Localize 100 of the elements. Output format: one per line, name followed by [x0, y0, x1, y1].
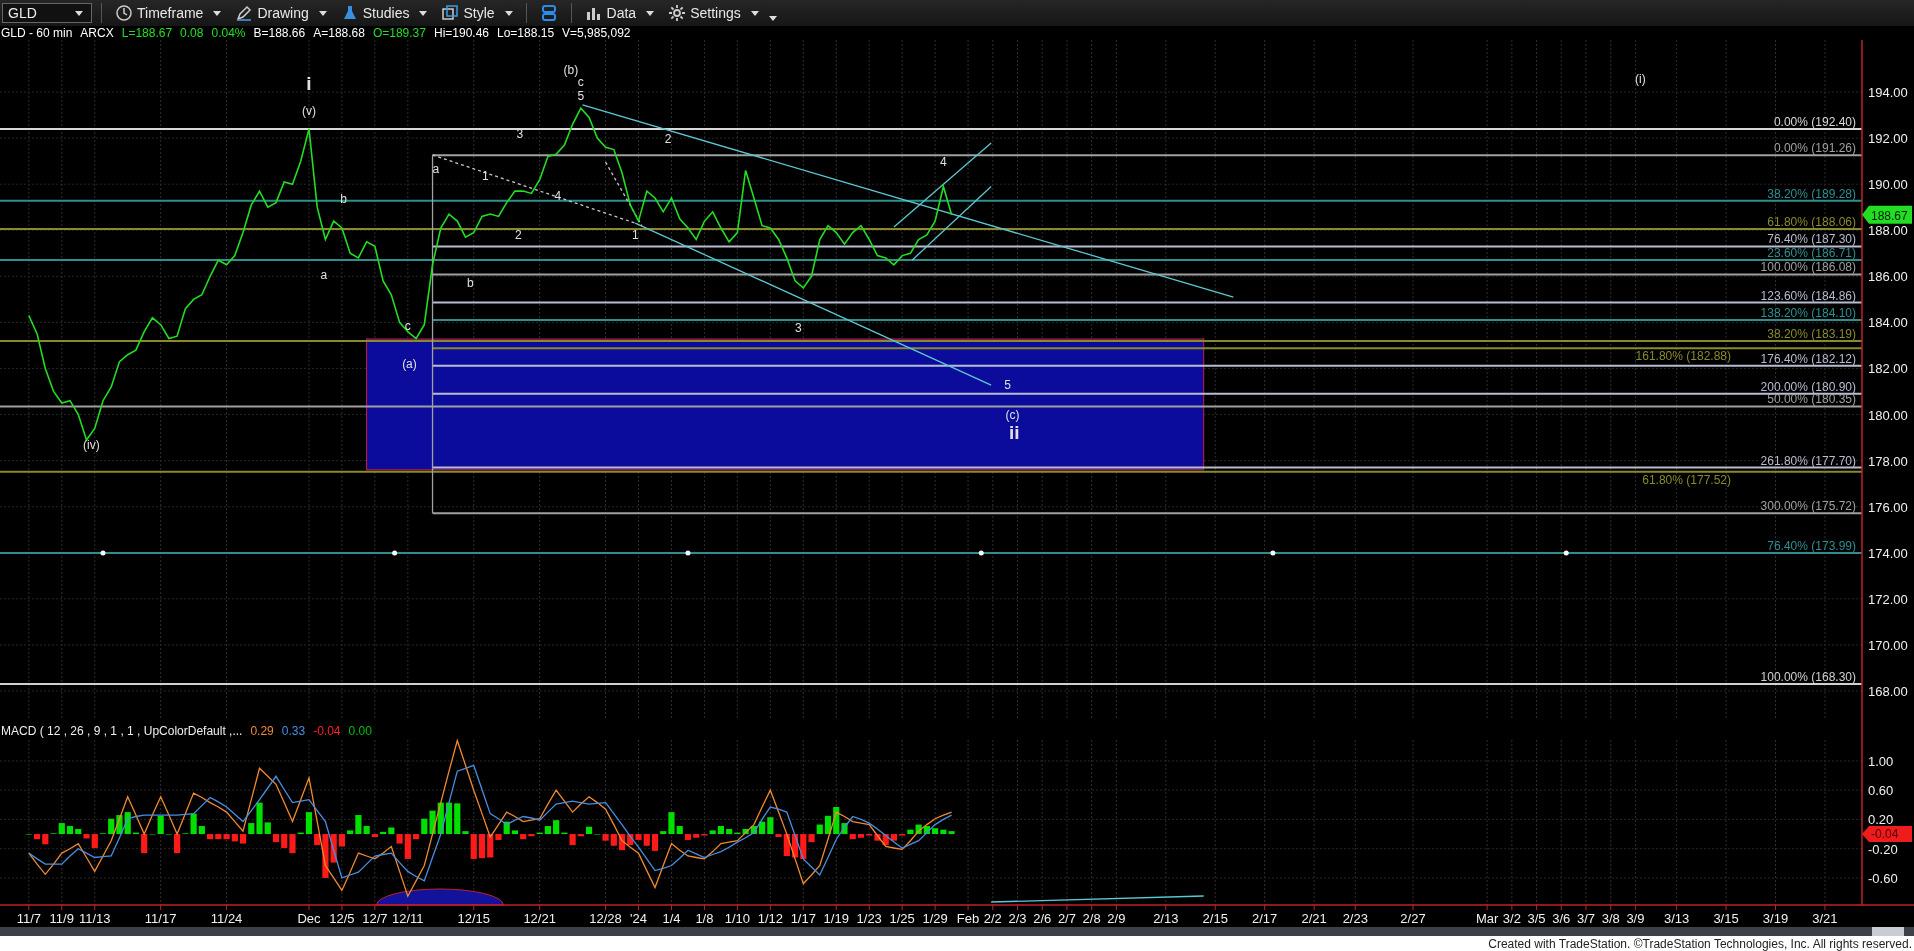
date-label: 12/7 — [362, 911, 388, 926]
date-label: 3/13 — [1663, 911, 1690, 926]
fib-level-label: 61.80% (188.06) — [1767, 214, 1856, 229]
wave-label: (iv) — [83, 438, 100, 453]
fib-level-label: 261.80% (177.70) — [1760, 453, 1856, 468]
caret-icon — [213, 10, 222, 16]
quote-value: L=188.67 — [121, 26, 173, 40]
anchor-point[interactable] — [685, 550, 691, 556]
indicator-value: 0.00 — [348, 724, 372, 738]
quote-value: ARCX — [80, 26, 114, 40]
wave-label: 2 — [664, 131, 672, 146]
toolbar-menu-button[interactable]: Data — [580, 2, 659, 24]
axis-label: 0.20 — [1868, 812, 1894, 828]
wave-label: 1 — [631, 228, 639, 243]
anchor-point[interactable] — [392, 550, 398, 556]
wave-label: a — [320, 267, 328, 282]
toolbar-menu-button[interactable]: Timeframe — [111, 2, 226, 24]
anchor-point[interactable] — [1563, 550, 1569, 556]
toolbar-menu-button[interactable]: Drawing — [231, 2, 331, 24]
fib-level-label: 76.40% (187.30) — [1767, 232, 1856, 247]
wave-label: 4 — [940, 154, 947, 169]
date-label: 12/11 — [392, 911, 424, 926]
axis-label: 194.00 — [1868, 85, 1908, 101]
date-label: 3/19 — [1762, 911, 1789, 926]
layout-icon — [539, 4, 558, 22]
clock-icon — [115, 4, 133, 22]
symbol-dropdown[interactable]: GLD — [2, 3, 92, 23]
axis-label: 168.00 — [1868, 684, 1908, 699]
date-label: 3/21 — [1812, 911, 1838, 926]
wave-label: ii — [1008, 421, 1020, 443]
caret-icon — [504, 10, 513, 16]
toolbar-menu-button[interactable]: Settings — [664, 2, 763, 24]
axis-label: 178.00 — [1868, 453, 1908, 469]
toolbar-menu-button[interactable]: Style — [437, 2, 517, 24]
fib-level-label: 50.00% (180.35) — [1767, 392, 1856, 407]
date-label: 2/3 — [1008, 911, 1027, 926]
wave-label: c — [577, 75, 584, 90]
date-label: 2/13 — [1153, 911, 1179, 926]
date-label: 1/12 — [757, 911, 783, 926]
date-label: 2/6 — [1033, 911, 1052, 926]
fib-level-label: 200.00% (180.90) — [1760, 379, 1856, 394]
last-price-flag: 188.67 — [1862, 205, 1912, 224]
date-label: 2/7 — [1057, 911, 1076, 926]
date-label: 2/9 — [1107, 911, 1126, 926]
indicator-value: 0.33 — [281, 724, 306, 738]
date-label: 1/10 — [724, 911, 751, 926]
axis-label: 180.00 — [1868, 407, 1908, 423]
wave-label: 5 — [577, 89, 585, 104]
date-label: 3/7 — [1576, 911, 1596, 926]
pen-icon — [235, 4, 254, 22]
fib-level-label: 38.20% (189.28) — [1767, 186, 1856, 201]
date-label: 3/9 — [1626, 911, 1645, 926]
quote-value: B=188.66 — [253, 26, 306, 40]
axis-label: -0.60 — [1868, 870, 1898, 886]
wave-label: 3 — [516, 127, 524, 142]
date-label: 2/17 — [1252, 911, 1278, 926]
wave-label: 2 — [514, 228, 522, 243]
anchor-point[interactable] — [100, 550, 106, 556]
wave-label: 5 — [1004, 378, 1011, 393]
scrollbar-thumb[interactable] — [1872, 927, 1904, 936]
date-label: 1/17 — [790, 911, 816, 926]
date-label: 2/8 — [1082, 911, 1101, 926]
quote-value: Hi=190.46 — [433, 26, 489, 40]
date-label: 1/19 — [823, 911, 849, 926]
date-label: 3/5 — [1527, 911, 1546, 926]
wave-label: c — [404, 319, 411, 334]
axis-label: -0.20 — [1868, 841, 1898, 857]
fib-level-label: 0.00% (192.40) — [1773, 114, 1856, 129]
wave-label: 3 — [795, 320, 802, 335]
axis-label: 170.00 — [1868, 637, 1908, 653]
quote-value: Lo=188.15 — [497, 26, 555, 40]
date-label: 11/17 — [144, 911, 177, 926]
date-label: 3/6 — [1552, 911, 1571, 926]
anchor-point[interactable] — [1270, 550, 1276, 556]
date-label: 11/13 — [78, 911, 111, 926]
last-value-flag: -0.04 — [1862, 826, 1912, 843]
wave-label: (v) — [301, 104, 316, 119]
date-label: Feb — [956, 911, 980, 926]
quote-value: 0.04% — [211, 26, 246, 40]
date-label: 11/7 — [16, 911, 41, 926]
quote-value: V=5,985,092 — [562, 26, 631, 40]
wave-label: 4 — [554, 189, 562, 204]
anchor-point[interactable] — [978, 550, 984, 556]
fib-level-label: 61.80% (177.52) — [1642, 472, 1731, 487]
axis-label: 172.00 — [1868, 591, 1908, 607]
caret-icon — [318, 10, 327, 16]
axis-label: 174.00 — [1868, 545, 1908, 561]
axis-label: 190.00 — [1868, 177, 1908, 193]
date-label: 11/24 — [210, 911, 243, 926]
quote-value: 0.08 — [180, 26, 204, 40]
quote-value: GLD - 60 min — [1, 26, 73, 40]
axis-label: 0.60 — [1868, 783, 1894, 799]
toolbar-menu-button[interactable]: Studies — [336, 2, 432, 24]
date-label: 1/23 — [856, 911, 882, 926]
wave-label: (c) — [1005, 408, 1020, 423]
fib-level-label: 38.20% (183.19) — [1767, 327, 1856, 342]
fib-level-label: 123.60% (184.86) — [1760, 288, 1856, 303]
fib-level-label: 161.80% (182.88) — [1635, 349, 1731, 364]
date-label: 2/27 — [1400, 911, 1426, 926]
fib-level-label: 100.00% (186.08) — [1760, 260, 1856, 275]
